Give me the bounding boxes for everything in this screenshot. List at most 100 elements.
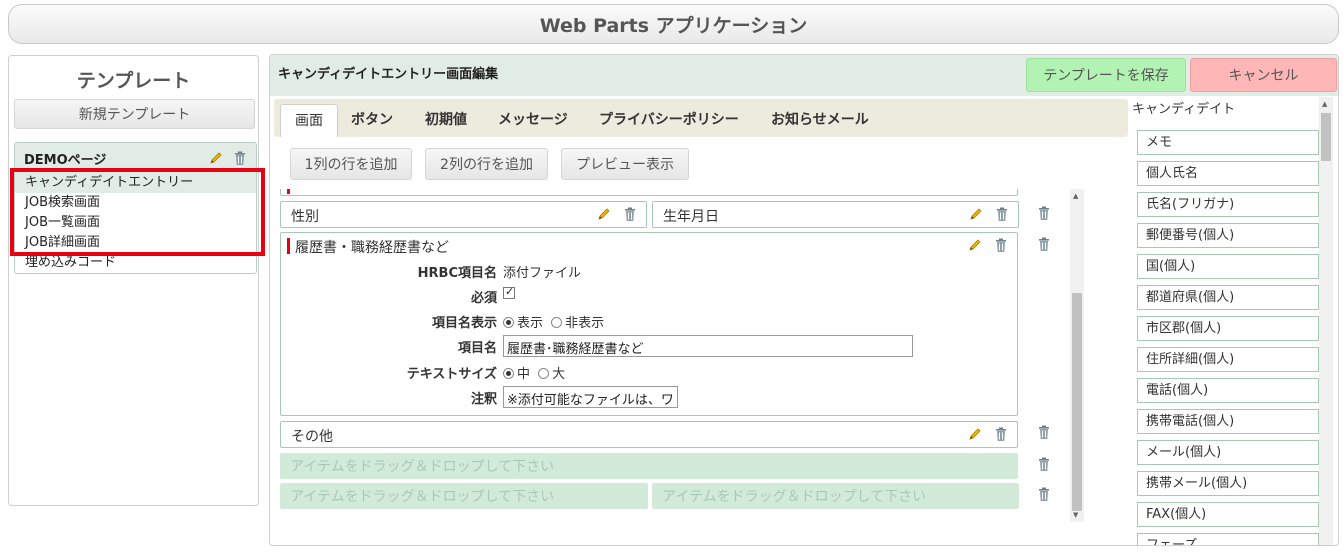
radio-show-label: 表示 — [517, 316, 544, 331]
template-group: DEMOページ キャンディデイトエントリー JOB検索画面 JOB一覧画面 JO… — [14, 142, 257, 274]
required-marker — [287, 238, 290, 254]
template-group-header: DEMOページ — [15, 143, 256, 173]
required-checkbox[interactable] — [503, 285, 515, 299]
tab-initial-value[interactable]: 初期値 — [425, 104, 467, 137]
palette-item[interactable]: メール(個人) — [1137, 440, 1319, 465]
scroll-down-icon[interactable]: ▼ — [1073, 511, 1078, 519]
save-template-button[interactable]: テンプレートを保存 — [1026, 58, 1186, 92]
note-label: 注釈 — [470, 392, 497, 407]
editor-panel: キャンディデイトエントリー画面編集 テンプレートを保存 キャンセル 画面 ボタン… — [269, 54, 1339, 546]
new-template-button[interactable]: 新規テンプレート — [14, 99, 255, 129]
template-item-embed-code[interactable]: 埋め込みコード — [15, 253, 256, 273]
radio-size-medium[interactable] — [503, 368, 514, 379]
palette-title: キャンディデイト — [1132, 102, 1236, 117]
trash-icon[interactable] — [1036, 205, 1052, 221]
form-row-item-name: 項目名 履歴書･職務経歴書など — [281, 335, 1011, 357]
row-field-gender[interactable]: 性別 — [280, 201, 647, 228]
template-item-job-search[interactable]: JOB検索画面 — [15, 193, 256, 213]
trash-icon[interactable] — [1036, 456, 1052, 472]
row-field-other[interactable]: その他 — [280, 421, 1018, 448]
field-palette: キャンディデイト メモ 個人氏名 氏名(フリガナ) 郵便番号(個人) 国(個人)… — [1128, 97, 1328, 545]
radio-hide[interactable] — [551, 317, 563, 328]
editor-title: キャンディデイトエントリー画面編集 — [278, 67, 499, 82]
row-partial — [280, 189, 1018, 196]
palette-item[interactable]: 住所詳細(個人) — [1137, 347, 1319, 372]
palette-item[interactable]: 携帯メール(個人) — [1137, 471, 1319, 496]
palette-item[interactable]: フェーズ — [1137, 533, 1319, 545]
palette-item[interactable]: FAX(個人) — [1137, 502, 1319, 527]
note-input[interactable]: ※添付可能なファイルは、ワ — [503, 386, 678, 408]
form-row-required: 必須 — [281, 285, 1011, 307]
scroll-up-icon[interactable]: ▲ — [1322, 100, 1327, 108]
trash-icon[interactable] — [1036, 486, 1052, 502]
trash-icon[interactable] — [994, 206, 1010, 222]
palette-item[interactable]: 国(個人) — [1137, 254, 1319, 279]
drop-zone-two-col-right[interactable]: アイテムをドラッグ＆ドロップして下さい — [652, 483, 1019, 509]
palette-scroll-thumb[interactable] — [1321, 113, 1331, 161]
hrbc-item-value: 添付ファイル — [503, 266, 582, 281]
field-label-other: その他 — [291, 429, 333, 445]
trash-icon[interactable] — [232, 150, 248, 166]
add-one-col-row-button[interactable]: 1列の行を追加 — [290, 148, 412, 180]
trash-icon[interactable] — [622, 206, 638, 222]
drop-zone-two-col-left[interactable]: アイテムをドラッグ＆ドロップして下さい — [280, 483, 648, 509]
template-panel-title: テンプレート — [76, 70, 191, 92]
palette-item[interactable]: 都道府県(個人) — [1137, 285, 1319, 310]
item-name-label: 項目名 — [457, 341, 497, 356]
scroll-up-icon[interactable]: ▲ — [1073, 192, 1078, 200]
canvas-scrollbar[interactable]: ▲ ▼ — [1070, 189, 1084, 522]
tab-button[interactable]: ボタン — [351, 104, 393, 137]
preview-button[interactable]: プレビュー表示 — [561, 148, 689, 180]
template-panel: テンプレート 新規テンプレート DEMOページ キャンディデイトエントリー JO… — [8, 55, 259, 506]
palette-item[interactable]: 電話(個人) — [1137, 378, 1319, 403]
trash-icon[interactable] — [1036, 424, 1052, 440]
palette-item[interactable]: 市区郡(個人) — [1137, 316, 1319, 341]
editor-header: キャンディデイトエントリー画面編集 テンプレートを保存 キャンセル — [270, 55, 1338, 96]
pencil-icon[interactable] — [208, 150, 224, 166]
pencil-icon[interactable] — [967, 426, 983, 442]
trash-icon[interactable] — [993, 426, 1009, 442]
template-item-job-list[interactable]: JOB一覧画面 — [15, 213, 256, 233]
app-title: Web Parts アプリケーション — [539, 14, 808, 37]
field-label-resume: 履歴書・職務経歴書など — [295, 240, 449, 256]
drop-zone-one-col[interactable]: アイテムをドラッグ＆ドロップして下さい — [280, 453, 1018, 479]
trash-icon[interactable] — [1036, 236, 1052, 252]
palette-item[interactable]: 氏名(フリガナ) — [1137, 192, 1319, 217]
palette-item[interactable]: 携帯電話(個人) — [1137, 409, 1319, 434]
form-row-text-size: テキストサイズ 中 大 — [281, 361, 1011, 383]
name-display-label: 項目名表示 — [431, 316, 497, 331]
palette-item[interactable]: 郵便番号(個人) — [1137, 223, 1319, 248]
canvas-scroll-thumb[interactable] — [1072, 293, 1082, 511]
radio-size-large-label: 大 — [552, 367, 566, 382]
row-field-resume[interactable]: 履歴書・職務経歴書など HRBC項目名 添付ファイル 必須 項目名表示 表示 非… — [280, 232, 1018, 416]
template-group-name: DEMOページ — [24, 152, 107, 168]
tab-message[interactable]: メッセージ — [498, 104, 568, 137]
pencil-icon[interactable] — [968, 206, 984, 222]
palette-scrollbar[interactable]: ▲ — [1319, 97, 1333, 545]
radio-size-medium-label: 中 — [517, 367, 531, 382]
item-name-input[interactable]: 履歴書･職務経歴書など — [503, 335, 913, 357]
tab-bar: 画面 ボタン 初期値 メッセージ プライバシーポリシー お知らせメール — [274, 99, 1128, 137]
field-label-gender: 性別 — [291, 209, 319, 225]
radio-size-large[interactable] — [538, 368, 550, 379]
cancel-button[interactable]: キャンセル — [1190, 58, 1337, 92]
palette-item[interactable]: 個人氏名 — [1137, 161, 1319, 186]
tab-screen[interactable]: 画面 — [280, 104, 338, 137]
add-two-col-row-button[interactable]: 2列の行を追加 — [425, 148, 548, 180]
required-label: 必須 — [470, 291, 497, 306]
row-field-birthdate[interactable]: 生年月日 — [652, 201, 1019, 228]
hrbc-item-label: HRBC項目名 — [417, 266, 497, 281]
app-header: Web Parts アプリケーション — [8, 4, 1339, 44]
tab-privacy-policy[interactable]: プライバシーポリシー — [599, 104, 739, 137]
pencil-icon[interactable] — [596, 206, 612, 222]
palette-item[interactable]: メモ — [1137, 130, 1319, 155]
radio-hide-label: 非表示 — [565, 316, 605, 331]
required-marker — [287, 189, 290, 194]
radio-show[interactable] — [503, 317, 514, 328]
pencil-icon[interactable] — [967, 237, 983, 253]
text-size-label: テキストサイズ — [406, 367, 497, 382]
template-item-job-detail[interactable]: JOB詳細画面 — [15, 233, 256, 253]
template-item-candidate-entry[interactable]: キャンディデイトエントリー — [15, 173, 256, 193]
trash-icon[interactable] — [993, 237, 1009, 253]
tab-notification-mail[interactable]: お知らせメール — [771, 104, 869, 137]
